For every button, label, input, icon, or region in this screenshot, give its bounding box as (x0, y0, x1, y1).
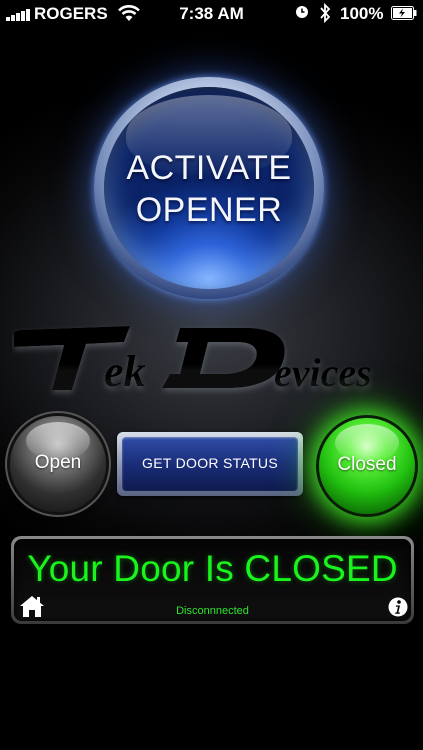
status-bar: ROGERS 7:38 AM 100% (0, 0, 423, 28)
open-button[interactable]: Open (10, 416, 106, 512)
app-screen: ROGERS 7:38 AM 100% ACTIVATE OPENER ek e… (0, 0, 423, 750)
activate-label-line2: OPENER (135, 191, 283, 229)
closed-button[interactable]: Closed (319, 418, 415, 514)
status-button-face: GET DOOR STATUS (122, 437, 298, 491)
battery-charging-icon (391, 6, 417, 20)
connection-status: Disconnnected (176, 605, 249, 617)
svg-text:ek: ek (104, 347, 146, 396)
display-screen: Your Door Is CLOSED Disconnnected (14, 539, 411, 621)
door-status-message: Your Door Is CLOSED (27, 548, 398, 589)
activate-opener-button[interactable]: ACTIVATE OPENER (104, 87, 314, 289)
get-door-status-label: GET DOOR STATUS (142, 455, 278, 471)
door-status-display: Your Door Is CLOSED Disconnnected (11, 536, 414, 624)
info-icon[interactable] (388, 597, 408, 617)
battery-percent: 100% (340, 4, 384, 23)
svg-text:evices: evices (274, 350, 372, 395)
activate-opener-label: ACTIVATE OPENER (104, 147, 314, 231)
get-door-status-button[interactable]: GET DOOR STATUS (117, 432, 303, 496)
bluetooth-icon (320, 2, 331, 24)
closed-button-label: Closed (337, 454, 397, 475)
alarm-clock-icon (296, 6, 308, 18)
home-icon[interactable] (19, 594, 45, 618)
activate-label-line1: ACTIVATE (126, 149, 292, 187)
open-button-label: Open (34, 452, 82, 473)
tekdevices-logo: ek evices (14, 326, 372, 396)
